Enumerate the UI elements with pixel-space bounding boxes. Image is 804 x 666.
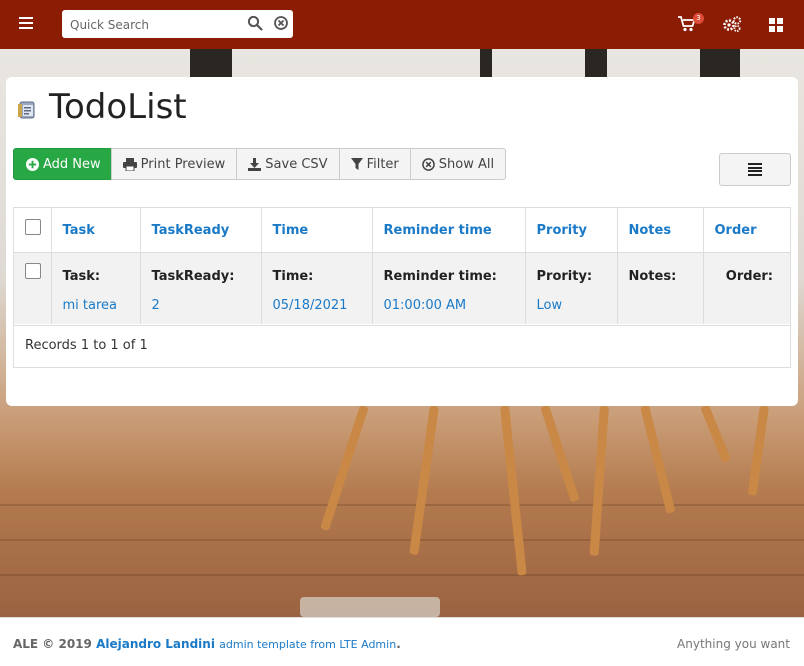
taskready-cell-value[interactable]: 2: [152, 298, 250, 313]
content-card: TodoList Add New Print Preview Save CSV …: [6, 77, 798, 406]
filter-button[interactable]: Filter: [338, 148, 411, 180]
prority-cell-value[interactable]: Low: [537, 298, 606, 313]
save-csv-label: Save CSV: [265, 156, 328, 172]
copyright-prefix: ALE © 2019: [13, 637, 97, 651]
reminder-time-cell-label: Reminder time:: [383, 268, 497, 284]
column-header-notes[interactable]: Notes: [617, 208, 704, 253]
records-table: Task TaskReady Time Reminder time Prorit…: [13, 207, 791, 368]
column-header-task[interactable]: Task: [51, 208, 141, 253]
apps-grid-icon[interactable]: [769, 18, 783, 32]
row-checkbox[interactable]: [25, 262, 41, 279]
template-credit: admin template from LTE Admin: [219, 638, 397, 651]
add-new-button[interactable]: Add New: [13, 148, 112, 180]
task-cell-value[interactable]: mi tarea: [63, 298, 129, 313]
cart-badge: 3: [693, 13, 704, 24]
plus-circle-icon: [26, 157, 39, 171]
select-all-cell: [14, 208, 52, 253]
sidebar-toggle-icon[interactable]: [19, 17, 33, 29]
author-link[interactable]: Alejandro Landini: [96, 637, 215, 651]
download-icon: [248, 157, 262, 171]
column-header-taskready[interactable]: TaskReady: [140, 208, 262, 253]
prority-cell: Prority: Low: [525, 252, 618, 324]
notes-cell: Notes:: [617, 252, 704, 324]
taskready-cell: TaskReady: 2: [140, 252, 262, 324]
show-all-label: Show All: [438, 156, 495, 172]
record-toolbar: Add New Print Preview Save CSV Filter Sh…: [13, 148, 507, 180]
copyright-text: ALE © 2019 Alejandro Landini admin templ…: [13, 637, 401, 651]
gears-icon[interactable]: [723, 16, 742, 32]
save-csv-button[interactable]: Save CSV: [236, 148, 340, 180]
filter-label: Filter: [366, 156, 399, 172]
records-count: Records 1 to 1 of 1: [14, 325, 790, 367]
options-menu-button[interactable]: [719, 153, 791, 186]
reminder-time-cell: Reminder time: 01:00:00 AM: [372, 252, 526, 324]
print-preview-label: Print Preview: [140, 156, 226, 172]
table-row: Task: mi tarea TaskReady: 2 Time: 05/18/…: [14, 252, 790, 324]
reminder-time-cell-value[interactable]: 01:00:00 AM: [384, 298, 514, 313]
page-footer: ALE © 2019 Alejandro Landini admin templ…: [0, 617, 804, 666]
column-header-time[interactable]: Time: [261, 208, 373, 253]
order-cell: Order:: [703, 252, 790, 324]
column-header-reminder-time[interactable]: Reminder time: [372, 208, 526, 253]
task-cell-label: Task:: [62, 268, 101, 284]
column-header-prority[interactable]: Prority: [525, 208, 618, 253]
clear-icon[interactable]: [273, 15, 289, 31]
filter-icon: [350, 157, 363, 170]
taskready-cell-label: TaskReady:: [151, 268, 235, 284]
select-all-checkbox[interactable]: [25, 218, 41, 235]
page-title: TodoList: [49, 87, 187, 127]
task-cell: Task: mi tarea: [51, 252, 141, 324]
print-preview-button[interactable]: Print Preview: [110, 148, 238, 180]
menu-icon: [748, 162, 762, 178]
close-circle-icon: [421, 157, 435, 171]
table-header-row: Task TaskReady Time Reminder time Prorit…: [14, 208, 790, 253]
search-input[interactable]: [68, 14, 242, 36]
top-navbar: 3: [0, 0, 804, 49]
row-select-cell: [14, 252, 52, 324]
show-all-button[interactable]: Show All: [409, 148, 507, 180]
add-new-label: Add New: [43, 156, 101, 172]
column-header-order[interactable]: Order: [703, 208, 790, 253]
time-cell-value[interactable]: 05/18/2021: [273, 298, 361, 313]
quick-search-box: [62, 10, 293, 38]
prority-cell-label: Prority:: [536, 268, 593, 284]
search-icon[interactable]: [247, 15, 263, 31]
notes-cell-label: Notes:: [628, 268, 677, 284]
time-cell: Time: 05/18/2021: [261, 252, 373, 324]
footer-tagline: Anything you want: [677, 637, 790, 651]
copyright-suffix: .: [396, 637, 401, 651]
print-icon: [122, 157, 137, 171]
time-cell-label: Time:: [272, 268, 314, 284]
todolist-icon: [18, 101, 35, 119]
order-cell-label: Order:: [725, 268, 773, 284]
